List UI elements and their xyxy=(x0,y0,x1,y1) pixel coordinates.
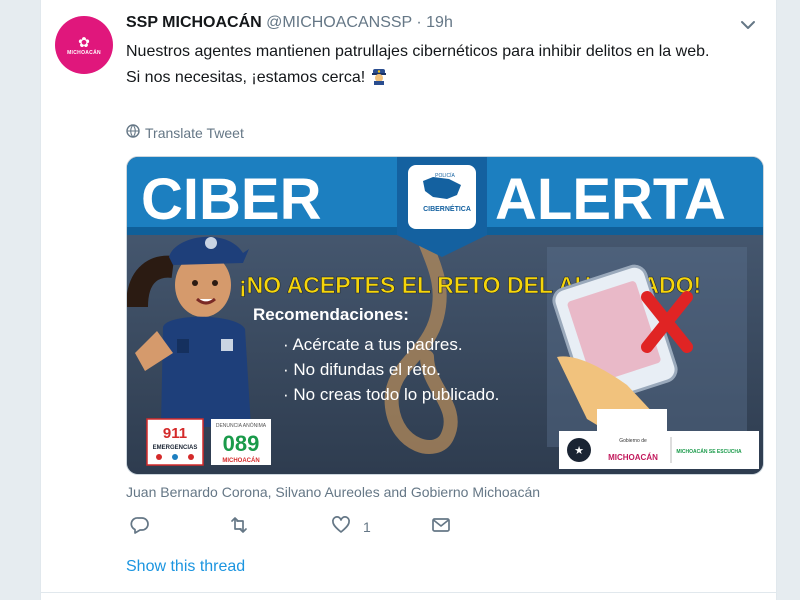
direct-message-button[interactable] xyxy=(431,515,451,538)
badge-small-text: POLICÍA xyxy=(435,172,455,179)
banner-alerta-text: ALERTA xyxy=(495,167,726,232)
retweet-icon xyxy=(228,515,250,538)
reply-button[interactable] xyxy=(130,515,150,538)
footer-logos-bar: ★ Gobierno de MICHOACÁN MICHOACÁN SE ESC… xyxy=(559,431,759,469)
page-background-right xyxy=(780,0,800,600)
translate-label: Translate Tweet xyxy=(145,124,244,141)
translate-tweet-link[interactable]: Translate Tweet xyxy=(126,124,244,141)
globe-icon xyxy=(126,124,140,141)
hotline-911-label: EMERGENCIAS xyxy=(153,445,198,451)
gobierno-logo-text: MICHOACÁN xyxy=(608,453,658,462)
banner-ciber-text: CIBER xyxy=(141,167,321,232)
avatar[interactable]: ✿ MICHOACÁN xyxy=(55,16,113,74)
gobierno-logo-top: Gobierno de xyxy=(619,438,647,444)
recommendation-item-3: · No creas todo lo publicado. xyxy=(283,385,499,404)
recommendation-item-1: · Acércate a tus padres. xyxy=(283,335,463,354)
reply-icon xyxy=(130,515,150,538)
hotline-911-logo: 911 EMERGENCIAS xyxy=(146,418,204,466)
escucha-logo-text: MICHOACÁN SE ESCUCHA xyxy=(676,448,742,455)
page-background-left xyxy=(0,0,40,600)
hotline-089-bottom: MICHOACÁN xyxy=(222,457,259,464)
hotline-089-number: 089 xyxy=(223,431,260,456)
tweet-text-line1: Nuestros agentes mantienen patrullajes c… xyxy=(126,43,710,60)
envelope-icon xyxy=(431,515,451,538)
hotline-089-top: DENUNCIA ANÓNIMA xyxy=(216,422,267,429)
user-handle[interactable]: @MICHOACANSSP xyxy=(266,14,412,31)
timestamp[interactable]: 19h xyxy=(426,14,453,31)
avatar-text: MICHOACÁN xyxy=(67,49,101,56)
chevron-down-icon[interactable] xyxy=(739,16,757,34)
hotline-089-logo: DENUNCIA ANÓNIMA 089 MICHOACÁN xyxy=(211,419,271,465)
police-officer-emoji-icon xyxy=(370,67,388,85)
like-button[interactable]: 1 xyxy=(331,515,371,538)
retweet-button[interactable] xyxy=(228,515,250,538)
svg-text:★: ★ xyxy=(574,445,584,457)
hotline-911-number: 911 xyxy=(163,425,187,442)
flower-logo-icon: ✿ xyxy=(78,33,90,50)
badge-main-text: CIBERNÉTICA xyxy=(423,204,471,213)
tweet-text: Nuestros agentes mantienen patrullajes c… xyxy=(126,40,746,92)
likers-line[interactable]: Juan Bernardo Corona, Silvano Aureoles a… xyxy=(126,484,540,500)
tweet-card[interactable]: ✿ MICHOACÁN SSP MICHOACÁN @MICHOACANSSP … xyxy=(40,0,777,600)
like-count: 1 xyxy=(363,518,371,535)
separator-dot: · xyxy=(416,14,422,31)
tweet-divider xyxy=(40,592,777,593)
recommendations-title: Recomendaciones: xyxy=(253,305,409,324)
tweet-media-image[interactable]: CIBER ALERTA POLICÍA CIBERNÉTICA ¡NO ACE… xyxy=(126,156,764,475)
tweet-header: SSP MICHOACÁN @MICHOACANSSP · 19h xyxy=(126,14,453,32)
display-name[interactable]: SSP MICHOACÁN xyxy=(126,14,262,31)
show-thread-link[interactable]: Show this thread xyxy=(126,558,245,576)
tweet-actions: 1 xyxy=(126,515,526,545)
recommendation-item-2: · No difundas el reto. xyxy=(283,360,441,379)
heart-icon xyxy=(331,515,351,538)
tweet-text-line2: Si nos necesitas, ¡estamos cerca! xyxy=(126,69,366,86)
